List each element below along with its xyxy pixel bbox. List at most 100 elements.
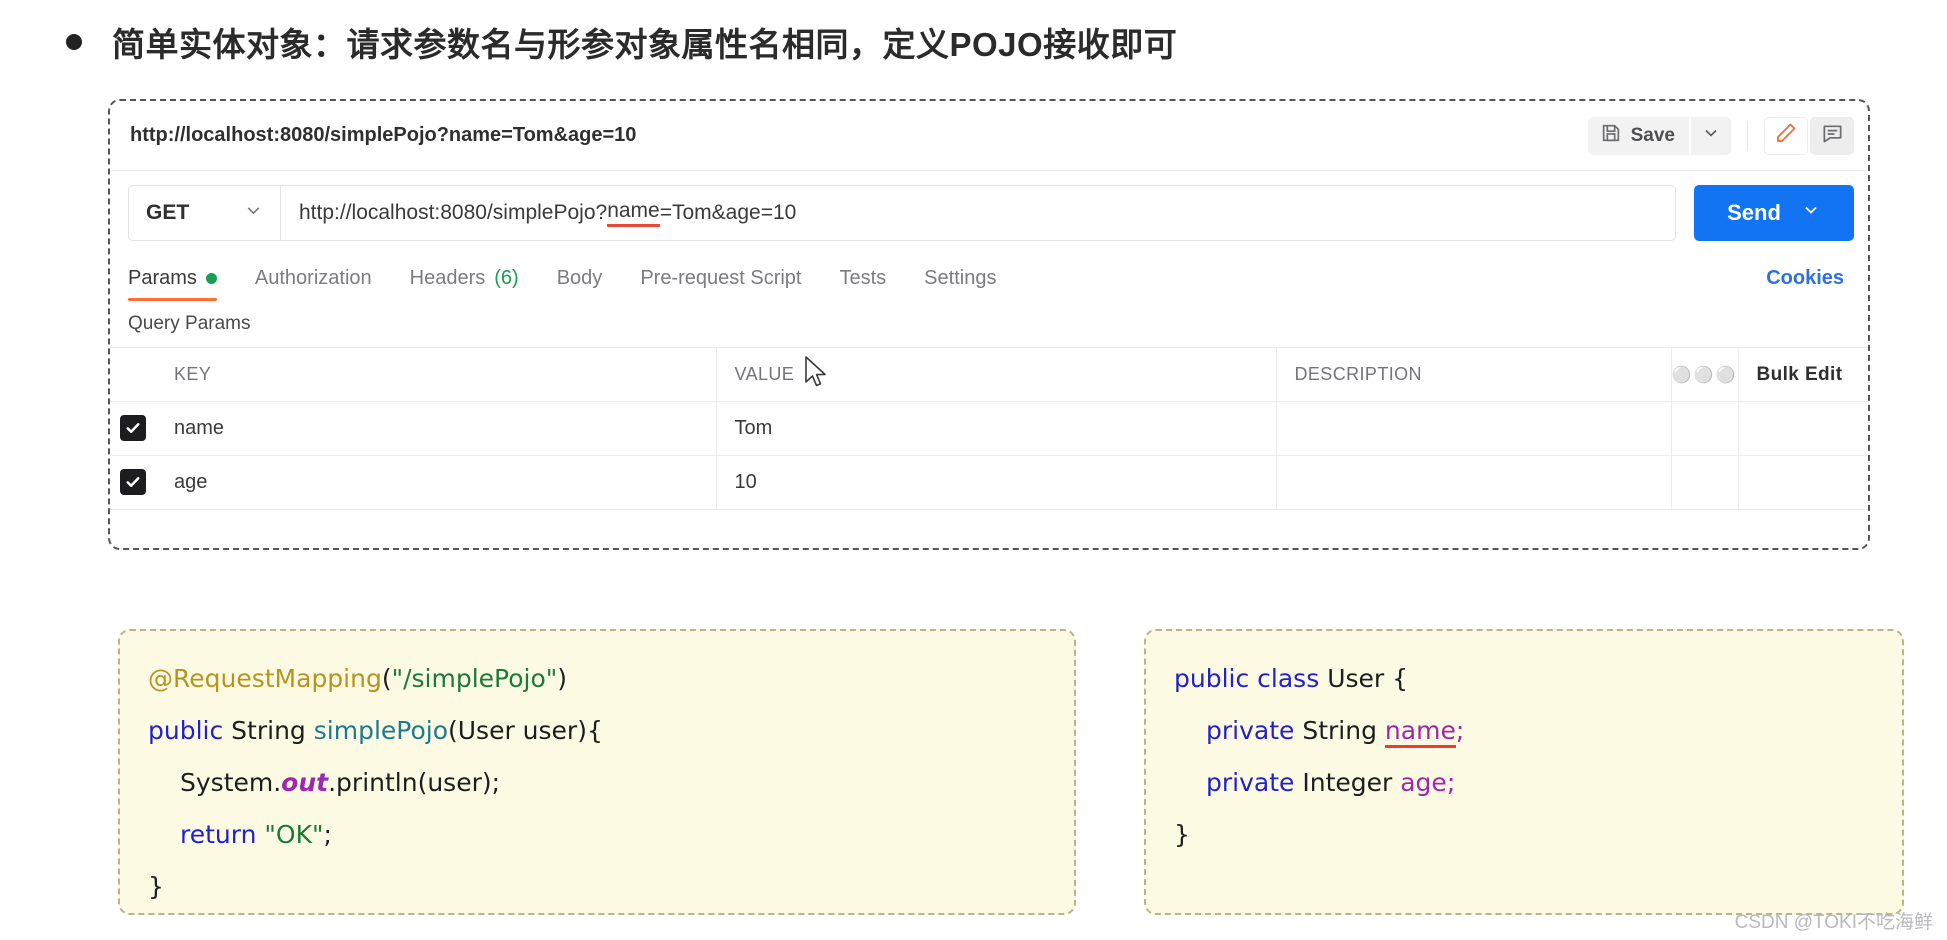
row-description-age[interactable]	[1276, 455, 1672, 510]
code-type-string: String	[223, 716, 314, 745]
edit-request-button[interactable]	[1764, 116, 1808, 155]
slide-page: 简单实体对象：请求参数名与形参对象属性名相同，定义POJO接收即可 http:/…	[0, 0, 1947, 940]
url-prefix: http://localhost:8080/simplePojo?	[299, 201, 608, 224]
heading: 简单实体对象：请求参数名与形参对象属性名相同，定义POJO接收即可	[66, 18, 1177, 66]
code-kw-public: public	[148, 716, 224, 745]
table-row: name Tom	[110, 401, 1868, 456]
save-button[interactable]: Save	[1587, 116, 1689, 155]
request-tabs: Params Authorization Headers (6) Body Pr…	[110, 255, 1868, 301]
checkbox-checked-icon	[120, 414, 146, 441]
code-system: System.	[180, 768, 282, 797]
tab-settings-label: Settings	[924, 267, 997, 289]
code-semicolon-1: ;	[1455, 716, 1465, 745]
row-options-name	[1671, 401, 1739, 456]
comment-button[interactable]	[1810, 116, 1854, 155]
header-value: VALUE	[716, 347, 1277, 402]
row-checkbox-age[interactable]	[110, 455, 156, 510]
tab-pre-request-script[interactable]: Pre-request Script	[621, 267, 820, 301]
url-input[interactable]: http://localhost:8080/simplePojo? name =To…	[280, 185, 1676, 241]
code-semicolon: ;	[323, 820, 332, 849]
query-params-table: KEY VALUE DESCRIPTION ⚪⚪⚪ Bulk Edit name…	[110, 347, 1868, 510]
pencil-icon	[1774, 121, 1798, 150]
header-key: KEY	[156, 347, 717, 402]
controller-code-block: @RequestMapping("/simplePojo") public St…	[118, 629, 1076, 915]
code-println-call: .println(user);	[328, 768, 501, 797]
code-semicolon-2: ;	[1446, 768, 1456, 797]
header-checkbox-cell	[110, 347, 156, 402]
code-paren-open: (	[381, 664, 392, 693]
tab-tests[interactable]: Tests	[820, 267, 905, 301]
row-description-name[interactable]	[1276, 401, 1672, 456]
row-value-name[interactable]: Tom	[716, 401, 1277, 456]
tab-body-label: Body	[556, 267, 603, 289]
heading-text: 简单实体对象：请求参数名与形参对象属性名相同，定义POJO接收即可	[112, 26, 1178, 63]
code-kw-private-2: private	[1206, 768, 1295, 797]
mouse-cursor-icon	[804, 356, 830, 395]
table-row: age 10	[110, 455, 1868, 510]
ellipsis-icon: ⚪⚪⚪	[1671, 367, 1738, 384]
postman-panel: http://localhost:8080/simplePojo? name =To…	[108, 99, 1870, 550]
table-options-button[interactable]: ⚪⚪⚪	[1671, 347, 1739, 402]
tab-params[interactable]: Params	[128, 267, 236, 301]
floppy-disk-icon	[1600, 122, 1622, 150]
code-kw-public-class: public class	[1174, 664, 1328, 693]
row-key-age[interactable]: age	[156, 455, 717, 510]
comment-icon	[1821, 122, 1844, 150]
code-line-2: public String simplePojo(User user){	[148, 705, 1046, 757]
http-method-label: GET	[146, 201, 190, 224]
code-method-name: simplePojo	[313, 716, 448, 745]
row-spacer-name	[1738, 401, 1868, 456]
url-row: GET http://localhost:8080/simplePojo? nam…	[110, 171, 1868, 255]
table-header-row: KEY VALUE DESCRIPTION ⚪⚪⚪ Bulk Edit	[110, 347, 1868, 402]
tab-tests-label: Tests	[839, 267, 887, 289]
request-name: http://localhost:8080/simplePojo?name=To…	[130, 124, 637, 146]
tab-params-label: Params	[128, 267, 197, 289]
checkbox-checked-icon	[120, 468, 146, 495]
code-line-2: private String name;	[1174, 705, 1874, 757]
pojo-code-block: public class User { private String name;…	[1144, 629, 1904, 915]
code-line-4: return "OK";	[148, 809, 1046, 861]
row-spacer-age	[1738, 455, 1868, 510]
code-kw-private-1: private	[1206, 716, 1295, 745]
row-checkbox-name[interactable]	[110, 401, 156, 456]
query-params-label: Query Params	[128, 313, 251, 334]
tab-headers-count: (6)	[494, 267, 519, 289]
request-topbar: http://localhost:8080/simplePojo?name=To…	[110, 101, 1868, 171]
http-method-select[interactable]: GET	[128, 185, 280, 241]
bullet-dot-icon	[66, 34, 82, 50]
params-status-dot-icon	[205, 273, 217, 284]
row-key-name[interactable]: name	[156, 401, 717, 456]
code-line-3: System.out.println(user);	[148, 757, 1046, 809]
url-suffix: =Tom&age=10	[659, 201, 797, 224]
tab-headers-label: Headers	[409, 267, 486, 289]
tab-settings[interactable]: Settings	[905, 267, 1015, 301]
bulk-edit-label: Bulk Edit	[1756, 363, 1843, 385]
tab-headers[interactable]: Headers (6)	[391, 267, 538, 301]
tab-body[interactable]: Body	[538, 267, 622, 301]
code-closing-brace: }	[148, 872, 164, 901]
tab-authorization-label: Authorization	[254, 267, 372, 289]
row-value-age[interactable]: 10	[716, 455, 1277, 510]
code-line-1: public class User {	[1174, 653, 1874, 705]
bulk-edit-button[interactable]: Bulk Edit	[1738, 347, 1868, 402]
save-dropdown-button[interactable]	[1691, 116, 1731, 155]
toolbar-divider	[1747, 120, 1748, 151]
send-button[interactable]: Send	[1694, 185, 1854, 241]
code-line-4: }	[1174, 809, 1874, 861]
chevron-down-icon	[1701, 123, 1721, 148]
code-line-1: @RequestMapping("/simplePojo")	[148, 653, 1046, 705]
header-description: DESCRIPTION	[1276, 347, 1672, 402]
cookies-link[interactable]: Cookies	[1766, 267, 1854, 301]
code-field-name: name	[1384, 716, 1456, 748]
save-button-label: Save	[1630, 124, 1675, 146]
tab-pre-request-script-label: Pre-request Script	[640, 267, 802, 289]
code-paren-close: )	[557, 664, 568, 693]
code-line-3: private Integer age;	[1174, 757, 1874, 809]
chevron-down-icon	[243, 200, 264, 226]
code-method-args: (User user){	[448, 716, 603, 745]
code-class-name: User {	[1327, 664, 1409, 693]
code-type-string: String	[1294, 716, 1385, 745]
code-out-field: out	[281, 768, 329, 797]
topbar-actions: Save	[1587, 116, 1854, 155]
tab-authorization[interactable]: Authorization	[236, 267, 391, 301]
